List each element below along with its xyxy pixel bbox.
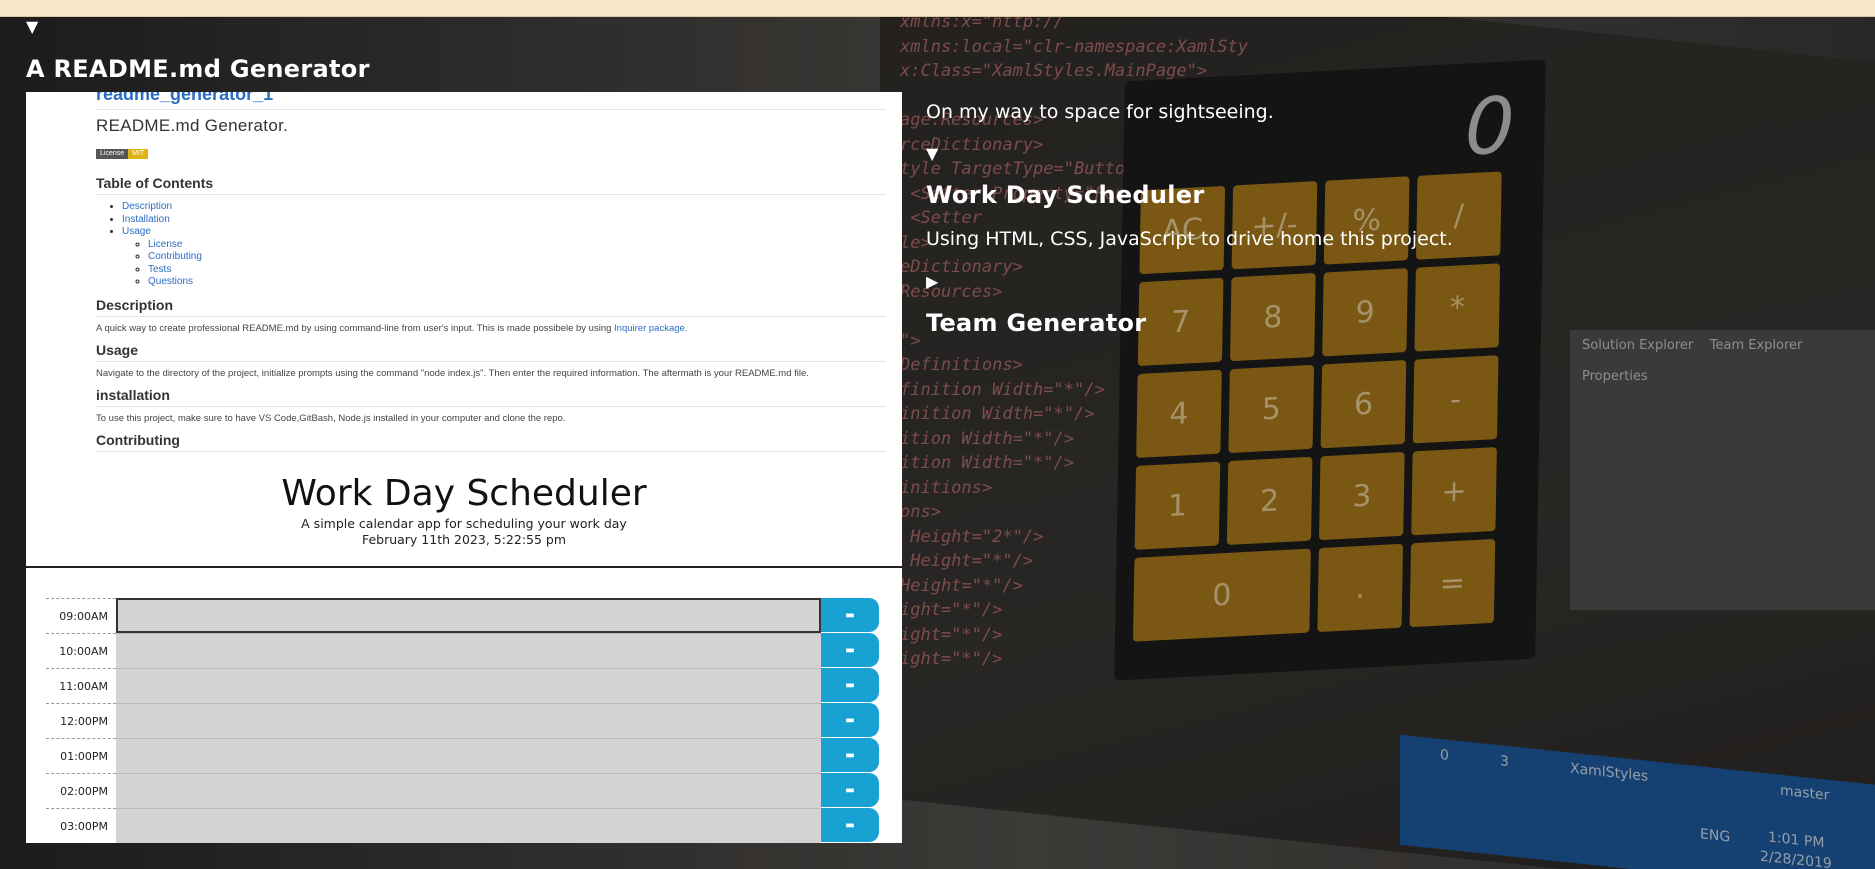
toc-link-description: Description [122,201,173,212]
save-button: ▬ [821,703,879,737]
readme-usage-title: Usage [96,342,886,362]
license-badge: License MIT [96,149,149,159]
project-1-disclosure-triangle[interactable]: ▼ [26,19,38,35]
save-button: ▬ [821,738,879,772]
scheduler-row: 11:00AM ▬ [46,668,902,703]
project-3-title: Team Generator [926,309,1147,337]
license-badge-label: License [96,149,129,159]
scheduler-hour-label: 02:00PM [46,773,116,808]
toc-list: Description Installation Usage License C… [96,201,886,289]
toc-link-contributing: Contributing [148,251,202,262]
bookmarks-bar [0,0,1875,17]
save-button: ▬ [821,668,879,702]
scheduler-event-input [116,668,821,703]
scheduler-row: 01:00PM ▬ [46,738,902,773]
project-2-description: Using HTML, CSS, JavaScript to drive hom… [926,228,1453,250]
scheduler-hour-label: 11:00AM [46,668,116,703]
project-1-screenshot: readme_generator_1 README.md Generator. … [26,92,902,843]
scheduler-event-input [116,808,821,843]
save-button: ▬ [821,773,879,807]
scheduler-row: 03:00PM ▬ [46,808,902,843]
readme-next-title: Contributing [96,432,886,452]
toc-link-questions: Questions [148,276,194,287]
scheduler-hour-label: 01:00PM [46,738,116,773]
toc-link-license: License [148,238,183,250]
readme-preview: readme_generator_1 README.md Generator. … [26,92,902,468]
scheduler-hour-label: 12:00PM [46,703,116,738]
toc-link-installation: Installation [122,213,170,225]
scheduler-event-input [116,703,821,738]
save-icon: ▬ [845,749,855,761]
scheduler-event-input [116,738,821,773]
scheduler-row: 02:00PM ▬ [46,773,902,808]
save-icon: ▬ [845,714,855,726]
scheduler-preview: Work Day Scheduler A simple calendar app… [26,468,902,843]
project-3-disclosure-triangle[interactable]: ▶ [926,274,938,290]
save-icon: ▬ [845,609,855,621]
scheduler-row: 09:00AM ▬ [46,598,902,633]
readme-description-title: Description [96,297,886,317]
project-2-disclosure-triangle[interactable]: ▼ [926,146,938,162]
scheduler-hour-label: 03:00PM [46,808,116,843]
scheduler-row: 12:00PM ▬ [46,703,902,738]
project-1-title: A README.md Generator [26,55,370,83]
toc-link-tests: Tests [148,263,172,275]
readme-heading: README.md Generator. [96,116,289,135]
save-button: ▬ [821,808,879,842]
save-button: ▬ [821,598,879,632]
readme-installation-title: installation [96,387,886,407]
readme-usage-text: Navigate to the directory of the project… [96,367,809,379]
scheduler-event-input [116,598,821,633]
save-icon: ▬ [845,819,855,831]
inquirer-link: Inquirer package. [614,322,688,334]
license-badge-value: MIT [128,149,149,159]
readme-repo-name: readme_generator_1 [96,92,886,110]
scheduler-event-input [116,633,821,668]
scheduler-title: Work Day Scheduler [281,473,647,514]
scheduler-rows: 09:00AM ▬ 10:00AM ▬ 11:00AM ▬ 12:00PM ▬ 01:00PM ▬… [46,598,902,843]
scheduler-subtitle: A simple calendar app for scheduling you… [301,516,627,531]
readme-description-text: A quick way to create professional READM… [96,322,688,334]
toc-link-usage: Usage [122,226,151,237]
scheduler-event-input [116,773,821,808]
project-1-description: On my way to space for sightseeing. [926,101,1274,123]
scheduler-date: February 11th 2023, 5:22:55 pm [361,532,567,547]
scheduler-hour-label: 10:00AM [46,633,116,668]
toc-title: Table of Contents [96,175,886,195]
readme-installation-text: To use this project, make sure to have V… [96,412,566,424]
save-button: ▬ [821,633,879,667]
scheduler-header: Work Day Scheduler A simple calendar app… [26,468,902,568]
save-icon: ▬ [845,644,855,656]
project-2-title: Work Day Scheduler [926,181,1205,209]
scheduler-row: 10:00AM ▬ [46,633,902,668]
scheduler-hour-label: 09:00AM [46,598,116,633]
save-icon: ▬ [845,679,855,691]
save-icon: ▬ [845,784,855,796]
